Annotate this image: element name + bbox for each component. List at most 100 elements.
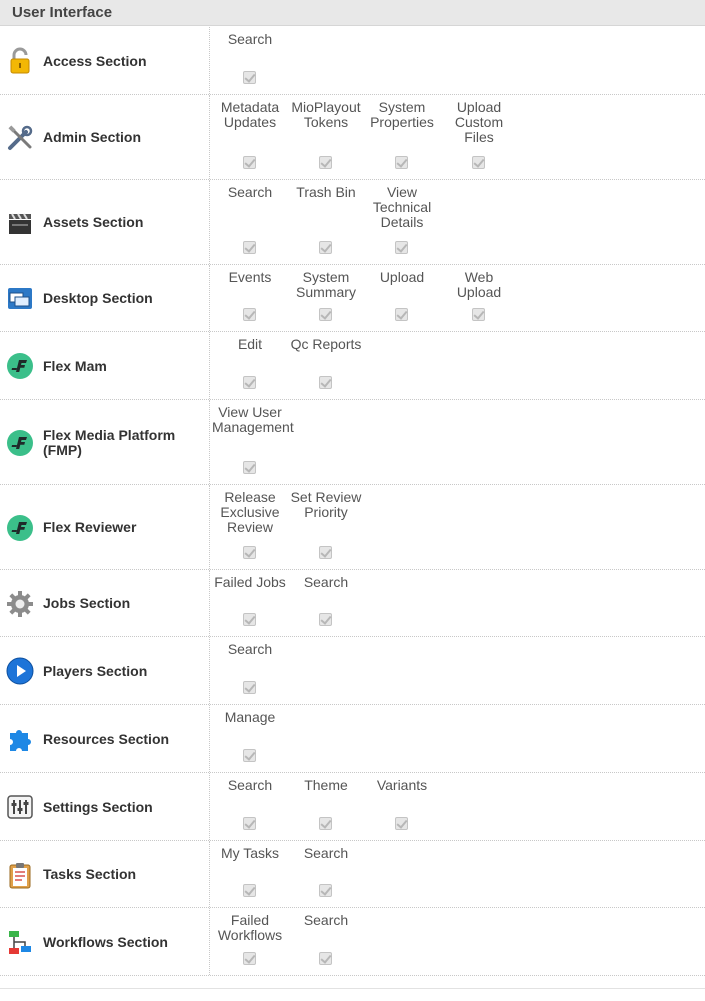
permission-checkbox[interactable] — [472, 156, 485, 169]
permission-checkbox[interactable] — [243, 817, 256, 830]
permission-checkbox[interactable] — [243, 884, 256, 897]
section-row: Flex Mam Edit Qc Reports — [0, 332, 705, 400]
section-row: Workflows Section Failed Workflows Search — [0, 908, 705, 976]
permission-checkbox[interactable] — [243, 613, 256, 626]
section-list: Access Section Search Admin Section Metadat… — [0, 27, 705, 976]
section-label-cell: Access Section — [0, 27, 210, 94]
padlock-icon — [6, 47, 34, 75]
permission-label: View Technical Details — [372, 184, 432, 230]
permission-label: System Summary — [296, 269, 356, 300]
permission-label: Failed Workflows — [217, 912, 283, 943]
permission-label: Upload Custom Files — [454, 99, 504, 145]
section-label-cell: Tasks Section — [0, 841, 210, 907]
section-row: Assets Section Search Trash Bin View Technic… — [0, 180, 705, 265]
section-label-cell: Jobs Section — [0, 570, 210, 636]
puzzle-icon — [6, 725, 34, 753]
permission-item: Release Exclusive Review — [212, 490, 288, 565]
permission-checkbox[interactable] — [243, 952, 256, 965]
permission-checkbox[interactable] — [395, 156, 408, 169]
section-label-cell: Players Section — [0, 637, 210, 704]
permission-item: View Technical Details — [364, 185, 440, 260]
permission-checkbox[interactable] — [319, 241, 332, 254]
permission-label: MioPlayout Tokens — [291, 99, 361, 130]
section-label-cell: Flex Mam — [0, 332, 210, 399]
permission-item: Edit — [212, 337, 288, 395]
permission-label: Manage — [224, 709, 276, 725]
permission-item: System Summary — [288, 270, 364, 327]
permission-checkbox[interactable] — [243, 156, 256, 169]
permission-label: Upload — [379, 269, 425, 285]
permission-label: Variants — [376, 777, 428, 793]
gear-icon — [6, 590, 34, 618]
permission-checkbox[interactable] — [319, 817, 332, 830]
section-name: Workflows Section — [43, 934, 168, 950]
section-name: Assets Section — [43, 214, 144, 230]
permission-checkbox[interactable] — [319, 952, 332, 965]
permission-item: Events — [212, 270, 288, 327]
permission-item: Qc Reports — [288, 337, 364, 395]
flex-logo-icon — [6, 429, 34, 457]
section-row: Flex Media Platform (FMP) View User Managem… — [0, 400, 705, 485]
section-name: Flex Reviewer — [43, 519, 137, 535]
permission-label: Edit — [237, 336, 263, 352]
divider — [0, 988, 705, 989]
clapperboard-icon — [6, 209, 34, 237]
section-row: Resources Section Manage — [0, 705, 705, 773]
workflow-icon — [6, 928, 34, 956]
permission-label: Search — [303, 912, 349, 928]
permission-item: Search — [288, 846, 364, 903]
permission-checkbox[interactable] — [395, 241, 408, 254]
permission-item: Search — [288, 913, 364, 971]
permission-item: View User Management — [212, 405, 294, 480]
permission-checkbox[interactable] — [395, 308, 408, 321]
permission-checkbox[interactable] — [243, 461, 256, 474]
section-row: Admin Section Metadata Updates MioPlayout To… — [0, 95, 705, 180]
section-row: Settings Section Search Theme Variants — [0, 773, 705, 841]
permission-checkbox[interactable] — [243, 749, 256, 762]
permission-item: Search — [288, 575, 364, 632]
section-row: Tasks Section My Tasks Search — [0, 841, 705, 908]
permission-checkbox[interactable] — [243, 308, 256, 321]
section-row: Jobs Section Failed Jobs Search — [0, 570, 705, 637]
sliders-icon — [6, 793, 34, 821]
permission-label: Events — [228, 269, 272, 285]
permission-checkbox[interactable] — [319, 546, 332, 559]
permission-checkbox[interactable] — [319, 376, 332, 389]
permission-checkbox[interactable] — [319, 156, 332, 169]
permission-item: Search — [212, 32, 288, 90]
flex-logo-icon — [6, 514, 34, 542]
permission-checkbox[interactable] — [319, 884, 332, 897]
section-name: Resources Section — [43, 731, 170, 747]
panel-header: User Interface — [0, 0, 705, 26]
play-icon — [6, 657, 34, 685]
permission-item: Failed Jobs — [212, 575, 288, 632]
flex-logo-icon — [6, 352, 34, 380]
section-label-cell: Resources Section — [0, 705, 210, 772]
permission-label: Web Upload — [456, 269, 502, 300]
permission-checkbox[interactable] — [243, 546, 256, 559]
panel-title: User Interface — [12, 4, 113, 21]
permission-label: Search — [227, 31, 273, 47]
permission-item: Search — [212, 185, 288, 260]
permission-checkbox[interactable] — [243, 71, 256, 84]
section-name: Desktop Section — [43, 290, 153, 306]
permission-item: Web Upload — [441, 270, 517, 327]
permission-item: MioPlayout Tokens — [288, 100, 364, 175]
permission-item: Theme — [288, 778, 364, 836]
permission-checkbox[interactable] — [243, 681, 256, 694]
clipboard-icon — [6, 861, 34, 889]
permission-label: Release Exclusive Review — [220, 489, 280, 535]
section-row: Desktop Section Events System Summary Upload… — [0, 265, 705, 332]
permission-label: Trash Bin — [296, 184, 356, 200]
permission-checkbox[interactable] — [395, 817, 408, 830]
permission-label: My Tasks — [220, 845, 280, 861]
permission-checkbox[interactable] — [319, 308, 332, 321]
section-name: Jobs Section — [43, 595, 131, 611]
permission-label: Search — [303, 574, 349, 590]
section-label-cell: Flex Media Platform (FMP) — [0, 400, 210, 484]
permission-checkbox[interactable] — [243, 376, 256, 389]
section-name: Players Section — [43, 663, 148, 679]
permission-checkbox[interactable] — [243, 241, 256, 254]
permission-checkbox[interactable] — [472, 308, 485, 321]
permission-checkbox[interactable] — [319, 613, 332, 626]
